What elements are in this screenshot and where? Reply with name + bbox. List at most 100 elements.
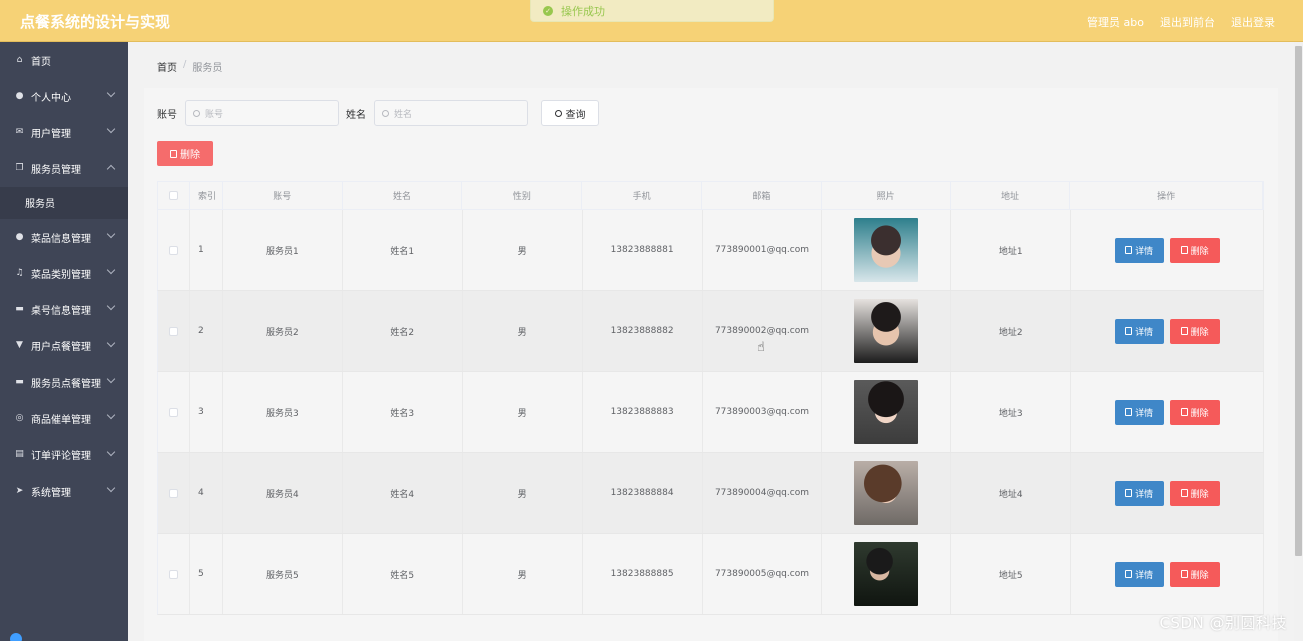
delete-button[interactable]: 删除: [1169, 399, 1220, 425]
table-row: 2 服务员2 姓名2 男 13823888882 773890002@qq.com 地址2 详…: [157, 291, 1264, 372]
delete-button[interactable]: 删除: [1169, 480, 1220, 506]
sidebar-item-label: 首页: [31, 56, 51, 68]
sidebar-item-label: 菜品类别管理: [31, 269, 91, 281]
sidebar-item-user-orders[interactable]: ▼ 用户点餐管理: [0, 328, 128, 364]
user-icon: ●: [15, 90, 24, 101]
search-icon: [554, 109, 562, 117]
detail-button[interactable]: 详情: [1114, 480, 1164, 506]
logout-link[interactable]: 退出登录: [1231, 14, 1275, 30]
breadcrumb: 首页 / 服务员: [157, 59, 222, 74]
sidebar-item-home[interactable]: ⌂ 首页: [0, 42, 128, 78]
cell-email: 773890004@qq.com: [703, 453, 823, 533]
sidebar-item-waiters[interactable]: ❐ 服务员管理: [0, 151, 128, 187]
query-button[interactable]: 查询: [541, 100, 599, 126]
scroll-indicator: [10, 633, 22, 641]
detail-button-label: 详情: [1135, 327, 1154, 338]
sidebar-item-dish-categories[interactable]: ♫ 菜品类别管理: [0, 255, 128, 291]
row-checkbox[interactable]: [168, 326, 178, 336]
search-form: 账号 账号 姓名 姓名 查询: [157, 100, 599, 126]
chevron-down-icon: [106, 483, 116, 493]
detail-button[interactable]: 详情: [1114, 399, 1164, 425]
query-button-label: 查询: [565, 109, 586, 121]
cell-actions: 详情 删除: [1071, 210, 1264, 290]
table-row: 4 服务员4 姓名4 男 13823888884 773890004@qq.com 地址4 详…: [157, 453, 1264, 534]
delete-button-label: 删除: [1190, 570, 1209, 581]
sidebar-item-label: 服务员管理: [31, 165, 81, 177]
header-photo: 照片: [822, 182, 951, 209]
row-select-cell: [158, 372, 190, 452]
sidebar-item-label: 桌号信息管理: [31, 306, 91, 318]
home-icon: ⌂: [16, 54, 23, 65]
chat-icon: ▬: [15, 304, 24, 315]
row-checkbox[interactable]: [168, 569, 178, 579]
cell-index: 5: [190, 534, 223, 614]
account-search-input[interactable]: 账号: [185, 100, 339, 126]
batch-delete-label: 删除: [180, 150, 200, 161]
cell-name: 姓名3: [343, 372, 463, 452]
sidebar-item-dishes[interactable]: ● 菜品信息管理: [0, 219, 128, 255]
cell-address: 地址2: [951, 291, 1072, 371]
chevron-down-icon: [106, 125, 116, 134]
name-search-input[interactable]: 姓名: [374, 100, 528, 126]
waiter-photo: [854, 380, 919, 444]
row-checkbox[interactable]: [168, 488, 178, 498]
row-checkbox[interactable]: [168, 407, 178, 417]
current-user: 管理员 abo: [1087, 16, 1144, 29]
delete-button[interactable]: 删除: [1169, 318, 1220, 344]
header-index: 索引: [190, 182, 223, 209]
header-actions: 操作: [1070, 182, 1263, 209]
chevron-down-icon: [106, 88, 116, 98]
breadcrumb-current: 服务员: [192, 63, 223, 74]
detail-button[interactable]: 详情: [1114, 561, 1164, 587]
select-all-checkbox[interactable]: [168, 191, 178, 200]
sidebar-subitem-waiter[interactable]: 服务员: [0, 186, 128, 219]
sidebar-item-tables[interactable]: ▬ 桌号信息管理: [0, 291, 128, 327]
copy-icon: ❐: [15, 163, 24, 174]
row-checkbox[interactable]: [168, 245, 178, 255]
sidebar-item-system[interactable]: ➤ 系统管理: [0, 473, 128, 509]
document-icon: [1125, 246, 1133, 254]
select-all-cell: [158, 182, 190, 209]
sidebar-item-label: 服务员点餐管理: [31, 378, 101, 390]
back-to-frontend-link[interactable]: 退出到前台: [1160, 14, 1215, 30]
waiter-photo: [854, 542, 919, 606]
chevron-down-icon: [106, 338, 116, 348]
breadcrumb-separator: /: [183, 59, 187, 70]
delete-button[interactable]: 删除: [1169, 561, 1220, 587]
sidebar-item-users[interactable]: ✉ 用户管理: [0, 114, 128, 150]
cell-address: 地址1: [951, 210, 1072, 290]
detail-button[interactable]: 详情: [1114, 318, 1164, 344]
chevron-down-icon: [106, 447, 116, 456]
sidebar-item-reminders[interactable]: ◎ 商品催单管理: [0, 400, 128, 436]
sidebar-item-profile[interactable]: ● 个人中心: [0, 78, 128, 114]
table-row: 3 服务员3 姓名3 男 13823888883 773890003@qq.com 地址3 详…: [157, 372, 1264, 453]
header-name: 姓名: [343, 182, 463, 209]
chevron-down-icon: [106, 302, 116, 311]
sidebar-item-label: 系统管理: [31, 487, 71, 499]
detail-button-label: 详情: [1135, 570, 1154, 581]
sidebar-item-reviews[interactable]: ▤ 订单评论管理: [0, 437, 128, 473]
sidebar-item-waiter-orders[interactable]: ▬ 服务员点餐管理: [0, 364, 128, 400]
detail-button[interactable]: 详情: [1114, 237, 1164, 263]
page-scrollbar[interactable]: [1294, 42, 1303, 641]
cell-email: 773890003@qq.com: [703, 372, 823, 452]
trash-icon: [1180, 246, 1188, 254]
account-label: 账号: [157, 109, 177, 121]
cell-photo: [822, 210, 952, 290]
document-icon: [1125, 489, 1133, 497]
batch-delete-button[interactable]: 删除: [157, 141, 213, 166]
detail-button-label: 详情: [1135, 246, 1154, 257]
scrollbar-thumb[interactable]: [1295, 46, 1302, 556]
mail-icon: ✉: [15, 126, 24, 137]
cell-account: 服务员1: [223, 210, 343, 290]
cell-name: 姓名4: [343, 453, 463, 533]
sidebar-item-label: 商品催单管理: [31, 415, 91, 427]
breadcrumb-home[interactable]: 首页: [157, 59, 177, 74]
delete-button[interactable]: 删除: [1169, 237, 1220, 263]
cell-phone: 13823888882: [583, 291, 703, 371]
cell-photo: [822, 291, 952, 371]
content-card: 账号 账号 姓名 姓名 查询 删除 索引 账号 姓名 性别 手机 邮箱 照片 地…: [144, 88, 1278, 641]
watermark: CSDN @别圆科技: [1159, 614, 1287, 632]
cell-phone: 13823888884: [583, 453, 703, 533]
header-links: 管理员 abo 退出到前台 退出登录: [1087, 14, 1275, 30]
